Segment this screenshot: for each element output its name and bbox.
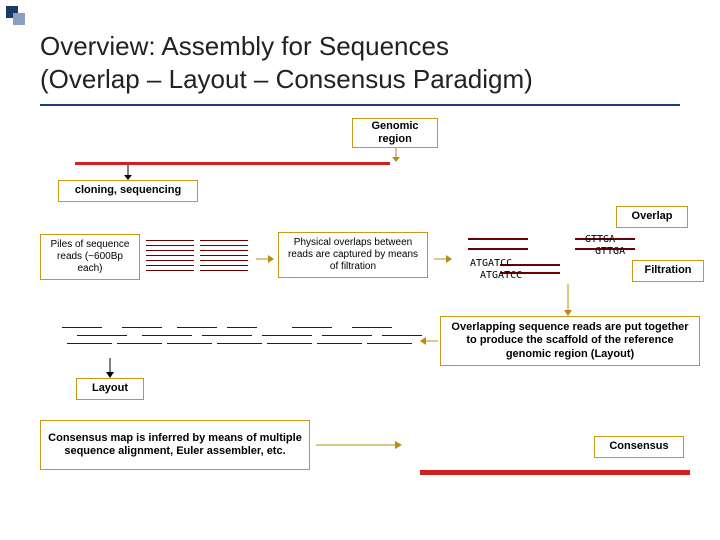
arrow-left-layout [420,336,438,346]
seq-gttga-2: GTTGA [595,246,625,257]
piles-box: Piles of sequence reads (~600Bp each) [40,234,140,280]
seq-atgatcc-1: ATGATCC [470,258,512,269]
overlap-desc-box: Physical overlaps between reads are capt… [278,232,428,278]
piles-label: Piles of sequence reads (~600Bp each) [47,239,133,275]
consensus-phase-box: Consensus [594,436,684,458]
slide-corner-decoration [6,6,28,28]
title-line-2: (Overlap – Layout – Consensus Paradigm) [40,64,533,94]
arrow-right-to-overlap [256,254,274,264]
arrow-down-layout-phase [106,358,114,378]
layout-desc-label: Overlapping sequence reads are put toget… [447,321,693,361]
arrow-right-consensus [316,440,402,450]
title-underline [40,104,680,106]
slide-title: Overview: Assembly for Sequences (Overla… [40,30,533,95]
align-frag-2 [468,248,528,250]
align-frag-1 [468,238,528,240]
reads-pile-1 [146,236,194,275]
cloning-label: cloning, sequencing [75,184,181,197]
arrow-right-to-filtration [434,254,452,264]
consensus-bar [420,470,690,475]
arrow-down-cloning [124,165,132,180]
reads-pile-2 [200,236,248,275]
layout-phase-box: Layout [76,378,144,400]
genomic-region-label: Genomic region [359,120,431,146]
seq-gttga-1: GTTGA [585,234,615,245]
filtration-phase-box: Filtration [632,260,704,282]
consensus-phase-label: Consensus [609,440,668,453]
seq-atgatcc-2: ATGATCC [480,270,522,281]
overlap-phase-label: Overlap [632,210,673,223]
genomic-region-bar [75,162,390,165]
cloning-box: cloning, sequencing [58,180,198,202]
genomic-region-box: Genomic region [352,118,438,148]
title-line-1: Overview: Assembly for Sequences [40,31,449,61]
arrow-down-layout [564,284,572,316]
scaffold-visualization [62,324,422,364]
layout-desc-box: Overlapping sequence reads are put toget… [440,316,700,366]
arrow-down-genomic [392,148,400,162]
overlap-desc-label: Physical overlaps between reads are capt… [285,237,421,273]
consensus-desc-label: Consensus map is inferred by means of mu… [47,432,303,458]
layout-phase-label: Layout [92,382,128,395]
filtration-phase-label: Filtration [644,264,691,277]
overlap-phase-box: Overlap [616,206,688,228]
consensus-desc-box: Consensus map is inferred by means of mu… [40,420,310,470]
